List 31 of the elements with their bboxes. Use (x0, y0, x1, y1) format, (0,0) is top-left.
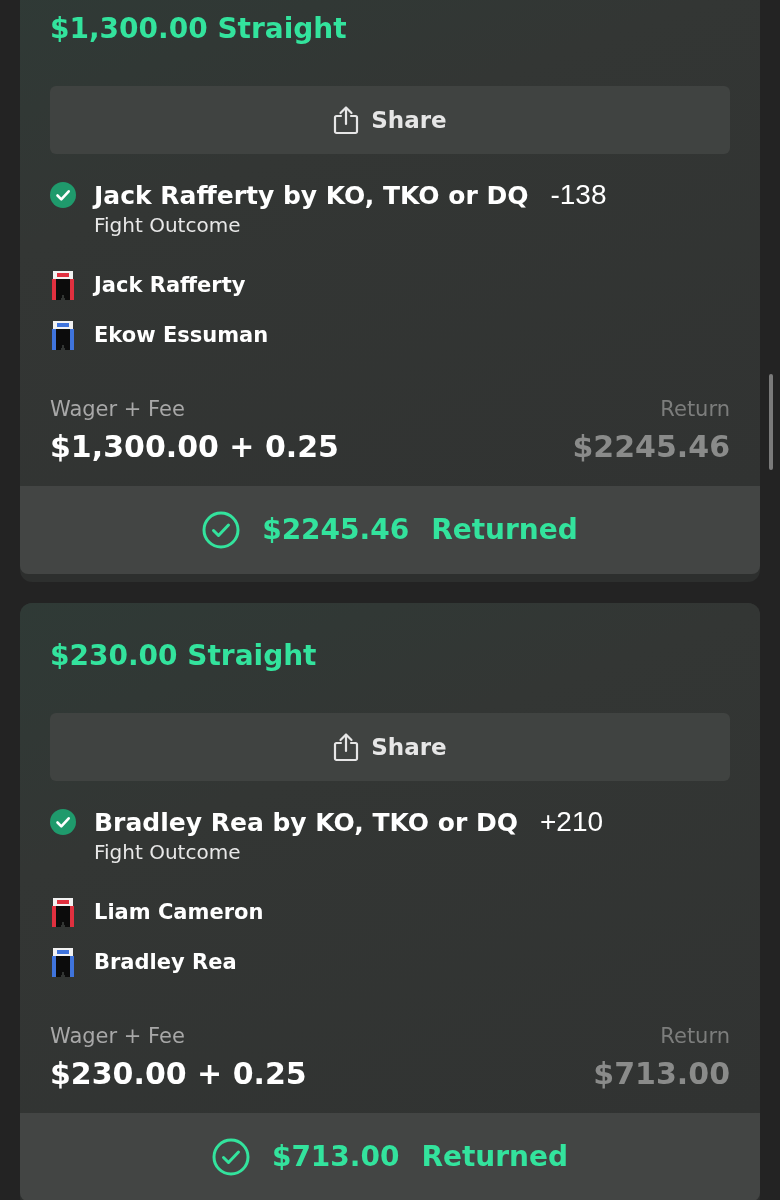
return-amount: $713.00 (593, 1055, 730, 1093)
returned-amount: $713.00 (271, 1139, 400, 1175)
check-circle-icon (202, 511, 241, 549)
fighter-name: Jack Rafferty (94, 272, 246, 300)
fighter-name: Bradley Rea (94, 949, 237, 977)
odds: +210 (540, 806, 604, 838)
bet-title: $230.00 Straight (50, 639, 318, 673)
return-label: Return (659, 1023, 730, 1049)
wager-label: Wager + Fee (50, 1023, 186, 1049)
selection-title: Bradley Rea by KO, TKO or DQ (94, 807, 518, 839)
result-status: Returned (421, 1139, 569, 1175)
fighter-name: Liam Cameron (94, 899, 264, 927)
wager-label: Wager + Fee (50, 396, 186, 422)
check-circle-icon (211, 1138, 250, 1176)
fighter-name: Ekow Essuman (94, 322, 269, 350)
share-button[interactable]: Share (50, 713, 730, 781)
selection-title: Jack Rafferty by KO, TKO or DQ (94, 180, 529, 212)
return-amount: $2245.46 (572, 428, 730, 466)
share-icon (333, 732, 360, 762)
returned-amount: $2245.46 (262, 512, 410, 548)
bet-title: $1,300.00 Straight (50, 12, 348, 46)
odds: -138 (550, 179, 607, 211)
market-label: Fight Outcome (94, 212, 242, 238)
wager-amount: $1,300.00 + 0.25 (50, 428, 339, 466)
result-status: Returned (431, 512, 578, 548)
scrollbar[interactable] (769, 374, 773, 470)
share-button[interactable]: Share (50, 86, 730, 154)
wager-amount: $230.00 + 0.25 (50, 1055, 307, 1093)
market-label: Fight Outcome (94, 839, 242, 865)
return-label: Return (659, 396, 730, 422)
share-icon (333, 105, 360, 135)
